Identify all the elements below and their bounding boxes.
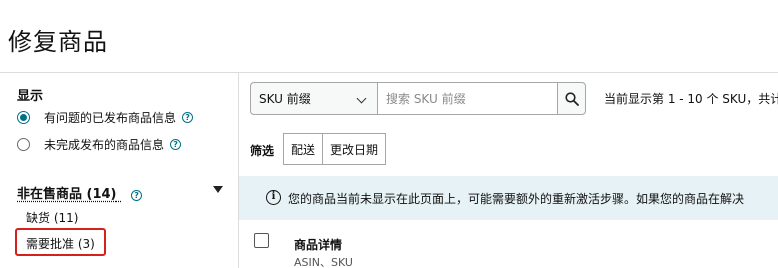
radio-label: 未完成发布的商品信息 (44, 137, 165, 152)
inactive-listings-label: 非在售商品 (14) (17, 187, 117, 202)
help-icon[interactable]: ? (170, 138, 182, 150)
column-subheader-asin-sku: ASIN、SKU (294, 256, 353, 268)
radio-option-incomplete-listings[interactable]: 未完成发布的商品信息 ? (17, 135, 182, 153)
filter-button-fulfillment[interactable]: 配送 (283, 133, 323, 165)
search-input[interactable] (378, 82, 558, 115)
show-heading: 显示 (17, 89, 44, 104)
column-header-product-details: 商品详情 (294, 238, 343, 252)
filter-button-change-date[interactable]: 更改日期 (322, 133, 386, 165)
sidebar-divider (238, 73, 239, 268)
radio-label: 有问题的已发布商品信息 (44, 110, 177, 125)
select-all-checkbox[interactable] (254, 233, 269, 248)
search-field-select[interactable]: SKU 前缀 (250, 82, 378, 115)
search-icon (564, 91, 579, 106)
radio-option-published-with-issues[interactable]: 有问题的已发布商品信息 ? (17, 108, 194, 126)
inactive-listings-heading[interactable]: 非在售商品 (14) ? (17, 183, 143, 202)
radio-button-checked[interactable] (17, 110, 30, 124)
chevron-down-icon (356, 93, 367, 104)
result-count-text: 当前显示第 1 - 10 个 SKU，共计 (604, 92, 778, 106)
collapse-caret-icon[interactable] (213, 186, 223, 193)
search-button[interactable] (557, 82, 586, 115)
help-icon[interactable]: ? (131, 190, 143, 201)
sidebar-item-out-of-stock[interactable]: 缺货 (11) (26, 209, 78, 226)
info-icon: i (266, 190, 281, 205)
page-title: 修复商品 (8, 28, 108, 56)
highlight-annotation-box (15, 228, 106, 256)
filter-label: 筛选 (250, 144, 275, 158)
info-banner-text: 您的商品当前未显示在此页面上，可能需要额外的重新激活步骤。如果您的商品在解决 (288, 192, 745, 206)
search-field-select-value: SKU 前缀 (259, 92, 311, 106)
radio-button[interactable] (17, 137, 30, 151)
help-icon[interactable]: ? (182, 111, 194, 123)
